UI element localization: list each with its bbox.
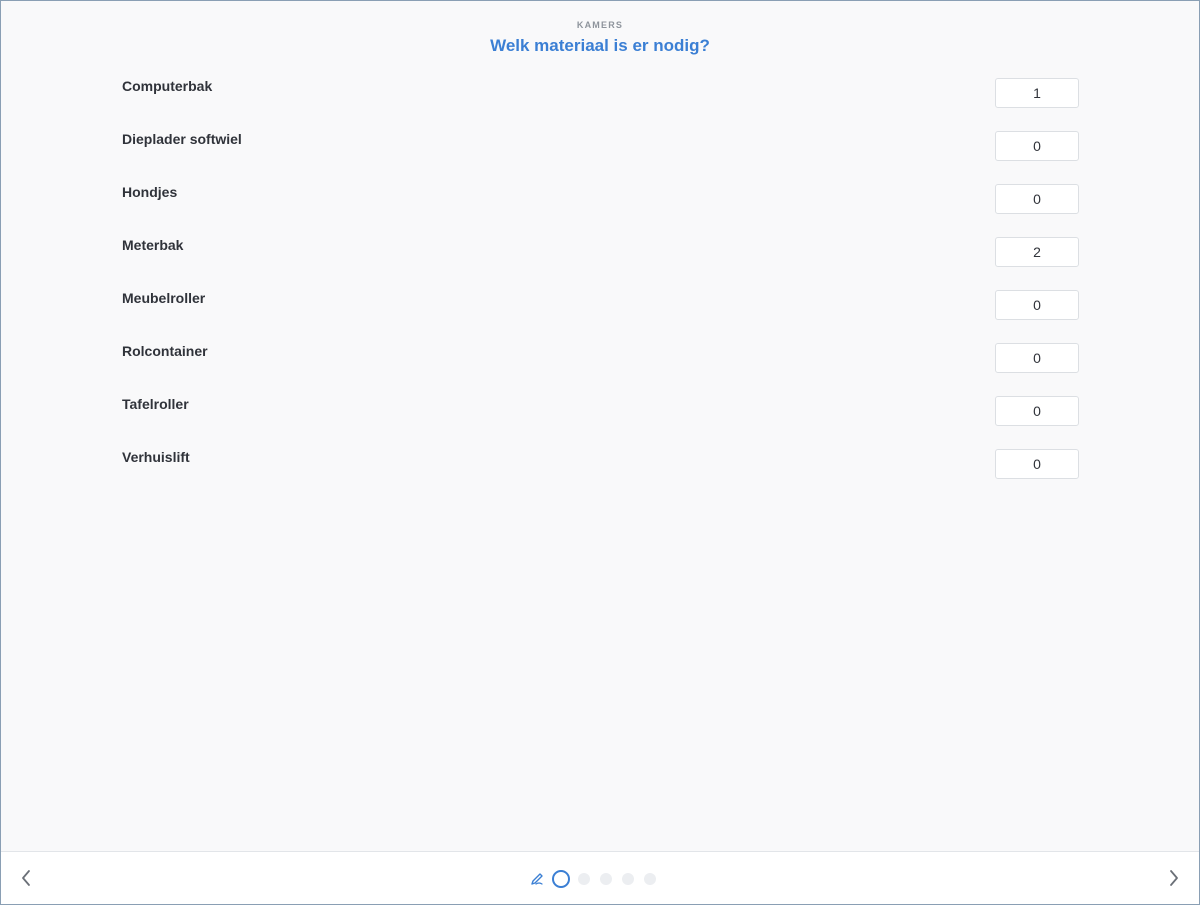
app-window: KAMERS Welk materiaal is er nodig? Compu…	[0, 0, 1200, 905]
quantity-input[interactable]	[995, 449, 1079, 479]
quantity-input[interactable]	[995, 237, 1079, 267]
header: KAMERS Welk materiaal is er nodig?	[1, 19, 1199, 57]
material-label: Dieplader softwiel	[122, 131, 242, 147]
material-label: Rolcontainer	[122, 343, 208, 359]
quantity-input[interactable]	[995, 343, 1079, 373]
material-label: Tafelroller	[122, 396, 189, 412]
quantity-input[interactable]	[995, 131, 1079, 161]
page-dot-4[interactable]	[622, 873, 634, 885]
material-row: Meterbak	[122, 237, 1079, 267]
material-label: Meubelroller	[122, 290, 206, 306]
material-label: Verhuislift	[122, 449, 190, 465]
material-row: Verhuislift	[122, 449, 1079, 479]
quantity-input[interactable]	[995, 396, 1079, 426]
pen-icon[interactable]	[530, 871, 546, 887]
page-indicator	[530, 869, 666, 889]
page-dot-2[interactable]	[578, 873, 590, 885]
quantity-input[interactable]	[995, 78, 1079, 108]
page-dot-3[interactable]	[600, 873, 612, 885]
footer-nav	[1, 851, 1199, 904]
chevron-right-icon	[1170, 870, 1178, 886]
material-label: Computerbak	[122, 78, 213, 94]
material-row: Rolcontainer	[122, 343, 1079, 373]
page-dot-5[interactable]	[644, 873, 656, 885]
section-label: KAMERS	[576, 20, 624, 30]
quantity-input[interactable]	[995, 290, 1079, 320]
material-label: Hondjes	[122, 184, 178, 200]
page-title: Welk materiaal is er nodig?	[490, 36, 710, 55]
quantity-input[interactable]	[995, 184, 1079, 214]
previous-button[interactable]	[14, 866, 38, 890]
material-label: Meterbak	[122, 237, 184, 253]
material-row: Dieplader softwiel	[122, 131, 1079, 161]
material-row: Meubelroller	[122, 290, 1079, 320]
chevron-left-icon	[22, 870, 30, 886]
material-row: Computerbak	[122, 78, 1079, 108]
material-row: Hondjes	[122, 184, 1079, 214]
page-dot-1[interactable]	[552, 870, 570, 888]
next-button[interactable]	[1162, 866, 1186, 890]
material-row: Tafelroller	[122, 396, 1079, 426]
